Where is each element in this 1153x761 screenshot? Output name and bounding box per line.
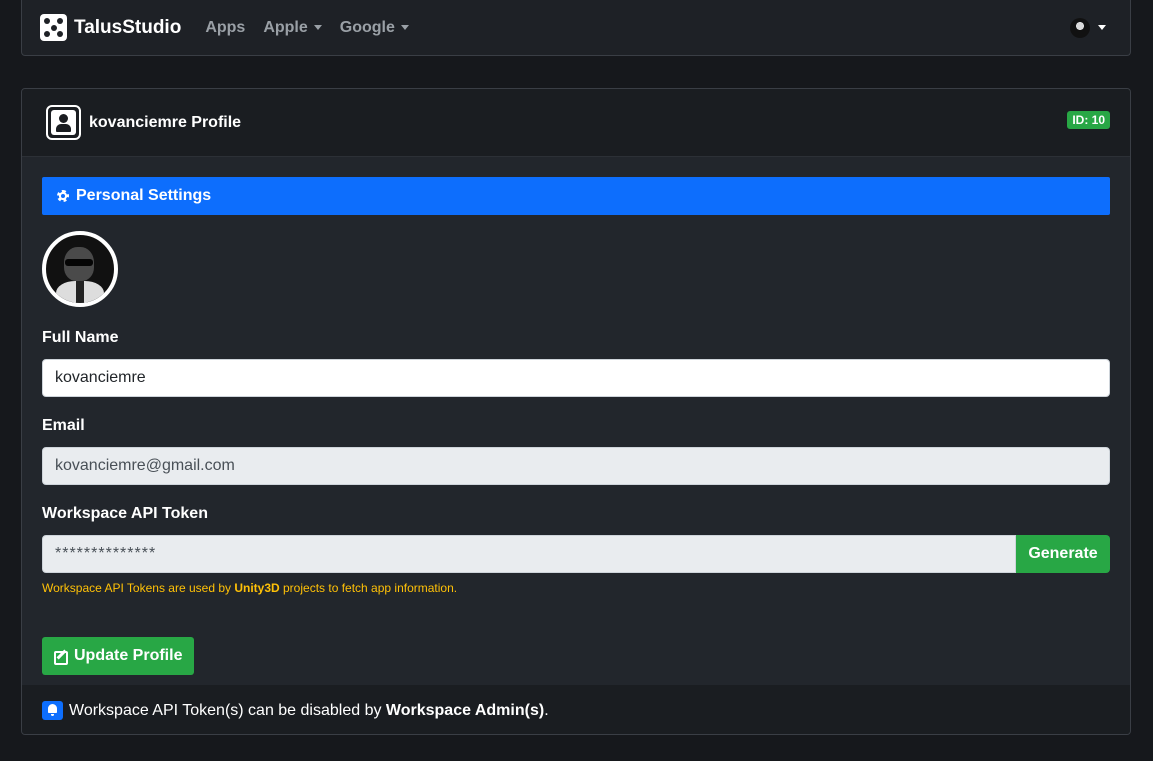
- footer-text-bold: Workspace Admin(s): [385, 701, 545, 719]
- update-profile-button[interactable]: Update Profile: [42, 637, 195, 675]
- nav-link-label: Google: [339, 18, 395, 36]
- chevron-down-icon: [313, 25, 322, 30]
- chevron-down-icon: [1098, 25, 1106, 30]
- top-navbar: TalusStudio Apps Apple Google: [21, 0, 1131, 56]
- gear-icon: [56, 189, 70, 203]
- card-header: kovanciemre Profile ID: 10: [22, 89, 1130, 157]
- full-name-label: Full Name: [42, 329, 119, 346]
- nav-link-label: Apps: [205, 18, 246, 36]
- bell-icon: [42, 701, 63, 720]
- nav-link-apple[interactable]: Apple: [263, 18, 322, 37]
- page-title: kovanciemre Profile: [89, 113, 242, 131]
- nav-link-google[interactable]: Google: [340, 19, 409, 37]
- full-name-input[interactable]: [42, 359, 1110, 397]
- footer-text: Workspace API Token(s) can be disabled b…: [69, 701, 386, 719]
- api-token-label: Workspace API Token: [42, 505, 208, 522]
- help-text: Workspace API Tokens are used by: [42, 581, 235, 595]
- card-footer: Workspace API Token(s) can be disabled b…: [22, 685, 1130, 734]
- footer-text: .: [544, 701, 549, 719]
- nav-link-apps[interactable]: Apps: [205, 19, 245, 37]
- brand-name: TalusStudio: [74, 16, 182, 38]
- generate-token-button[interactable]: Generate: [1016, 535, 1110, 573]
- card-body: Personal Settings Full Name Email Worksp…: [22, 157, 1130, 685]
- help-text-bold: Unity3D: [234, 581, 280, 595]
- email-label: Email: [42, 417, 85, 434]
- personal-settings-header: Personal Settings: [42, 177, 1110, 215]
- dice-logo-icon: [40, 14, 67, 41]
- user-menu[interactable]: [1070, 17, 1106, 38]
- section-title: Personal Settings: [76, 187, 212, 204]
- api-token-input[interactable]: [42, 535, 1016, 573]
- help-text: projects to fetch app information.: [279, 581, 458, 595]
- footer-note: Workspace API Token(s) can be disabled b…: [69, 702, 549, 720]
- edit-icon: [54, 649, 68, 665]
- id-badge: ID: 10: [1067, 110, 1110, 129]
- api-token-group: Generate: [42, 535, 1110, 573]
- chevron-down-icon: [400, 25, 409, 30]
- profile-card: kovanciemre Profile ID: 10 Personal Sett…: [21, 88, 1131, 735]
- nav-link-label: Apple: [263, 18, 308, 36]
- user-profile-icon: [46, 105, 81, 140]
- user-avatar: [1070, 17, 1090, 38]
- nav-links: Apps Apple Google: [205, 19, 409, 37]
- email-input[interactable]: [42, 447, 1110, 485]
- update-profile-label: Update Profile: [74, 647, 183, 664]
- api-token-help: Workspace API Tokens are used by Unity3D…: [42, 581, 1110, 595]
- brand[interactable]: TalusStudio: [40, 14, 181, 41]
- profile-avatar[interactable]: [42, 231, 118, 307]
